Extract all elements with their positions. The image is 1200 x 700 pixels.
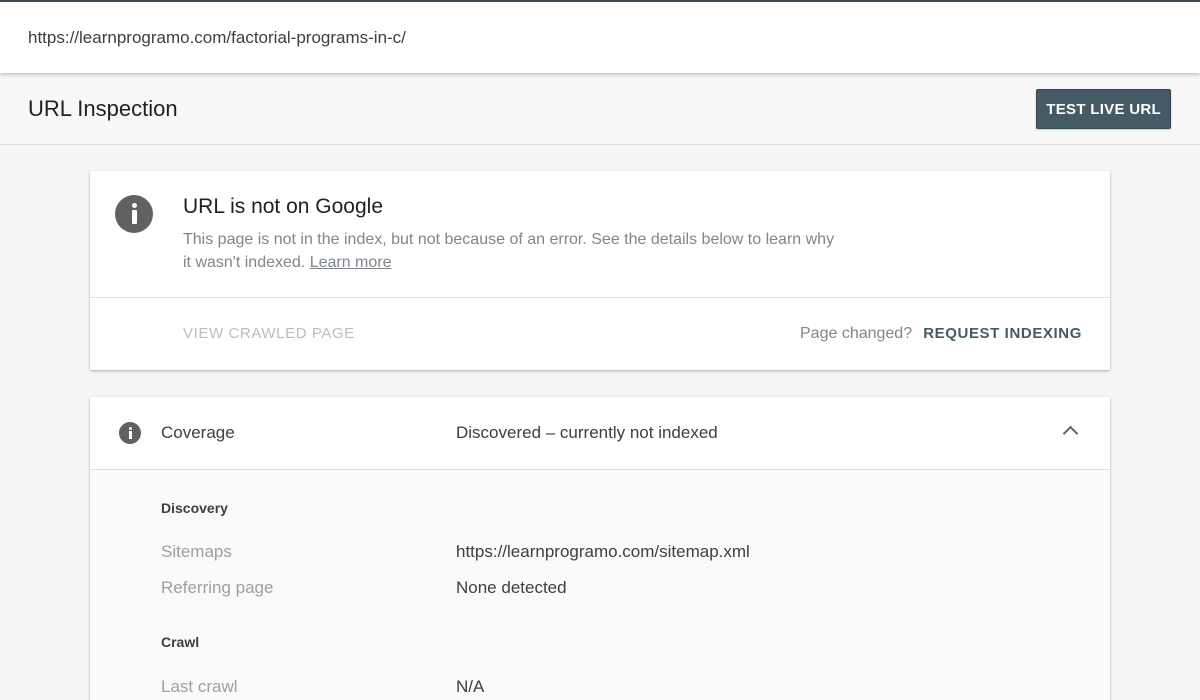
- coverage-header[interactable]: Coverage Discovered – currently not inde…: [90, 397, 1110, 470]
- discovery-section-title: Discovery: [161, 500, 228, 516]
- status-title: URL is not on Google: [183, 195, 384, 218]
- page-title: URL Inspection: [28, 95, 178, 121]
- view-crawled-page-button[interactable]: VIEW CRAWLED PAGE: [183, 325, 355, 342]
- inspected-url-text[interactable]: https://learnprogramo.com/factorial-prog…: [28, 28, 406, 48]
- last-crawl-value: N/A: [456, 677, 485, 696]
- crawl-section-title: Crawl: [161, 634, 200, 650]
- referring-page-value: None detected: [456, 578, 567, 597]
- chevron-up-icon[interactable]: [1062, 425, 1079, 442]
- page-header: URL Inspection TEST LIVE URL: [0, 73, 1200, 145]
- sitemaps-value: https://learnprogramo.com/sitemap.xml: [456, 542, 750, 561]
- coverage-card: Coverage Discovered – currently not inde…: [90, 397, 1110, 700]
- learn-more-link[interactable]: Learn more: [310, 254, 392, 271]
- coverage-label: Coverage: [161, 423, 235, 442]
- status-description-text: This page is not in the index, but not b…: [183, 231, 835, 271]
- page-changed-label: Page changed?: [800, 325, 913, 342]
- test-live-url-button[interactable]: TEST LIVE URL: [1036, 89, 1171, 129]
- status-summary: URL is not on Google This page is not in…: [90, 171, 1110, 298]
- index-status-card: URL is not on Google This page is not in…: [90, 171, 1110, 370]
- coverage-status-value: Discovered – currently not indexed: [456, 423, 718, 442]
- info-icon: [119, 422, 141, 444]
- coverage-details: Discovery Sitemaps https://learnprogramo…: [90, 470, 1110, 700]
- url-inspection-search-bar[interactable]: https://learnprogramo.com/factorial-prog…: [0, 0, 1200, 73]
- info-icon: [115, 195, 153, 233]
- status-actions: VIEW CRAWLED PAGE Page changed? REQUEST …: [90, 298, 1110, 370]
- referring-page-label: Referring page: [161, 578, 274, 597]
- last-crawl-label: Last crawl: [161, 677, 238, 696]
- status-description: This page is not in the index, but not b…: [183, 228, 843, 274]
- sitemaps-label: Sitemaps: [161, 542, 232, 561]
- request-indexing-button[interactable]: REQUEST INDEXING: [923, 325, 1082, 342]
